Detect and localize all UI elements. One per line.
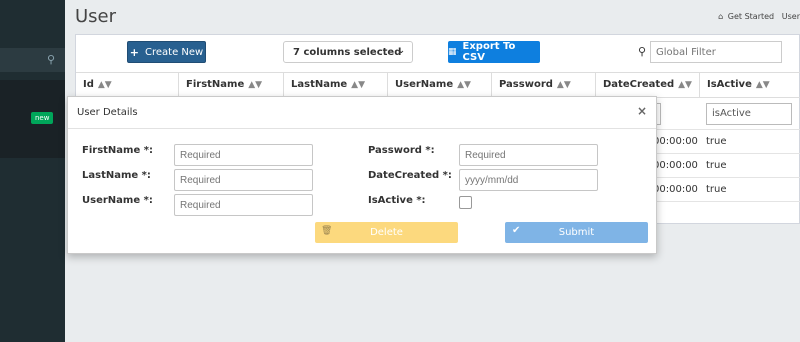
plus-icon: +	[129, 45, 139, 59]
breadcrumb-current: User	[781, 12, 800, 21]
sort-icon[interactable]: ▲▼	[248, 80, 262, 90]
column-header-label: Id	[83, 79, 94, 90]
column-header-isactive[interactable]: IsActive ▲▼	[700, 73, 800, 98]
sort-icon[interactable]: ▲▼	[457, 80, 471, 90]
chevron-down-icon: ⌄	[397, 46, 405, 56]
firstname-field[interactable]	[174, 144, 313, 166]
export-csv-label: Export To CSV	[462, 41, 516, 63]
columns-select-label: 7 columns selected	[293, 46, 402, 58]
lastname-field[interactable]	[174, 169, 313, 191]
column-header-firstname[interactable]: FirstName ▲▼	[179, 73, 284, 98]
file-icon: ▦	[448, 47, 457, 57]
sidebar-item[interactable]	[0, 80, 65, 106]
column-header-label: UserName	[395, 79, 454, 90]
close-icon[interactable]: ×	[637, 104, 647, 118]
sidebar: ⚲ new	[0, 0, 65, 342]
breadcrumb: ⌂ Get Started User	[718, 12, 800, 21]
lastname-label: LastName *:	[82, 170, 151, 181]
create-new-label: Create New	[145, 46, 204, 58]
page-title: User	[75, 6, 117, 27]
table-cell-isactive: true	[706, 160, 727, 171]
sort-icon[interactable]: ▲▼	[678, 80, 692, 90]
check-icon: ✔	[512, 225, 521, 236]
column-header-username[interactable]: UserName ▲▼	[388, 73, 492, 98]
export-csv-button[interactable]: ▦ Export To CSV	[448, 41, 540, 63]
submit-label: Submit	[558, 227, 595, 238]
sidebar-search[interactable]: ⚲	[0, 48, 65, 72]
column-header-label: DateCreated	[603, 79, 675, 90]
filter-input-isactive[interactable]: isActive	[706, 103, 792, 125]
sort-icon[interactable]: ▲▼	[98, 80, 112, 90]
breadcrumb-home-link[interactable]: Get Started	[728, 12, 774, 21]
sort-icon[interactable]: ▲▼	[351, 80, 365, 90]
table-cell-datecreated: 00:00:00	[653, 184, 698, 195]
sort-icon[interactable]: ▲▼	[756, 80, 770, 90]
username-label: UserName *:	[82, 195, 153, 206]
column-header-password[interactable]: Password ▲▼	[492, 73, 596, 98]
column-header-label: LastName	[291, 79, 348, 90]
column-header-lastname[interactable]: LastName ▲▼	[284, 73, 388, 98]
user-details-modal: User Details × FirstName *: LastName *: …	[67, 96, 657, 254]
table-cell-isactive: true	[706, 184, 727, 195]
new-badge: new	[31, 112, 54, 124]
isactive-checkbox[interactable]	[459, 196, 472, 209]
table-header: Id ▲▼ FirstName ▲▼ LastName ▲▼ UserName ▲▼ P…	[76, 72, 800, 98]
password-label: Password *:	[368, 145, 435, 156]
create-new-button[interactable]: + Create New	[127, 41, 206, 63]
firstname-label: FirstName *:	[82, 145, 153, 156]
table-cell-isactive: true	[706, 136, 727, 147]
table-cell-datecreated: 00:00:00	[653, 136, 698, 147]
column-header-id[interactable]: Id ▲▼	[76, 73, 179, 98]
delete-label: Delete	[370, 227, 403, 238]
modal-header: User Details ×	[68, 97, 656, 129]
column-header-label: Password	[499, 79, 553, 90]
columns-select[interactable]: 7 columns selected ⌄	[283, 41, 413, 63]
modal-title: User Details	[77, 107, 138, 118]
delete-button[interactable]: 🗑 Delete	[315, 222, 458, 243]
global-filter-input[interactable]	[650, 41, 782, 63]
isactive-label: IsActive *:	[368, 195, 426, 206]
column-header-label: IsActive	[707, 79, 752, 90]
trash-icon: 🗑	[321, 226, 333, 236]
datecreated-field[interactable]	[459, 169, 598, 191]
search-icon[interactable]: ⚲	[47, 53, 55, 66]
submit-button[interactable]: ✔ Submit	[505, 222, 648, 243]
home-icon: ⌂	[718, 12, 724, 21]
sidebar-item[interactable]	[0, 132, 65, 158]
password-field[interactable]	[459, 144, 598, 166]
search-icon: ⚲	[638, 45, 647, 58]
username-field[interactable]	[174, 194, 313, 216]
column-header-datecreated[interactable]: DateCreated ▲▼	[596, 73, 700, 98]
datecreated-label: DateCreated *:	[368, 170, 452, 181]
column-header-label: FirstName	[186, 79, 245, 90]
sort-icon[interactable]: ▲▼	[557, 80, 571, 90]
table-cell-datecreated: 00:00:00	[653, 160, 698, 171]
